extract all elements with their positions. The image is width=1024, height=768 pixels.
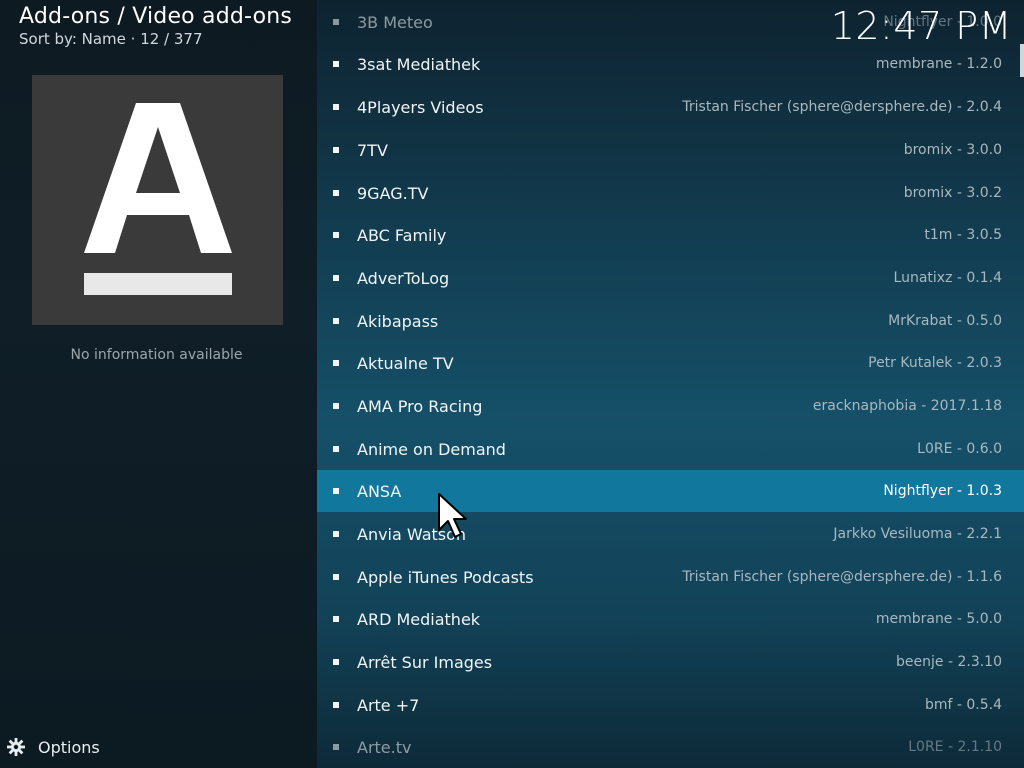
addon-author-version: bmf - 0.5.4	[924, 697, 1002, 713]
addon-thumbnail	[32, 75, 283, 325]
addon-author-version: Petr Kutalek - 2.0.3	[868, 355, 1002, 371]
list-bullet	[333, 744, 339, 750]
addon-author-version: Jarkko Vesiluoma - 2.2.1	[833, 526, 1002, 542]
addon-name: Arte +7	[357, 695, 420, 715]
list-bullet	[333, 531, 339, 537]
list-scrollbar[interactable]	[1020, 44, 1024, 77]
addon-author-version: bromix - 3.0.2	[903, 185, 1002, 201]
addon-name: Aktualne TV	[357, 353, 454, 373]
addon-name: Akibapass	[357, 311, 439, 331]
addon-author-version: L0RE - 2.1.10	[908, 739, 1002, 755]
list-bullet	[333, 190, 339, 196]
list-item[interactable]: Akibapass MrKrabat - 0.5.0	[317, 300, 1024, 342]
addon-list: 12:47 PM 3B Meteo Nightflyer - 1.0.0 3sat …	[317, 0, 1024, 768]
list-item[interactable]: Anvia Watson Jarkko Vesiluoma - 2.2.1	[317, 513, 1024, 555]
addon-name: Anime on Demand	[357, 439, 506, 459]
addon-author-version: Tristan Fischer (sphere@dersphere.de) - …	[682, 99, 1002, 115]
list-bullet	[333, 318, 339, 324]
addon-author-version: Lunatixz - 0.1.4	[893, 270, 1002, 286]
list-item[interactable]: 4Players Videos Tristan Fischer (sphere@d…	[317, 86, 1024, 128]
addon-name: 4Players Videos	[357, 97, 484, 117]
addon-name: ANSA	[357, 481, 402, 501]
list-bullet	[333, 488, 339, 494]
list-item[interactable]: ARD Mediathek membrane - 5.0.0	[317, 598, 1024, 640]
addon-author-version: membrane - 5.0.0	[875, 611, 1002, 627]
options-button[interactable]: Options	[6, 737, 100, 757]
addon-name: Arte.tv	[357, 737, 412, 757]
list-bullet	[333, 61, 339, 67]
mouse-pointer-icon	[438, 493, 467, 538]
list-item[interactable]: Arrêt Sur Images beenje - 2.3.10	[317, 641, 1024, 683]
addon-author-version: eracknaphobia - 2017.1.18	[812, 398, 1002, 414]
list-item[interactable]: ABC Family t1m - 3.0.5	[317, 214, 1024, 256]
addon-name: 9GAG.TV	[357, 183, 429, 203]
list-bullet	[333, 360, 339, 366]
list-item[interactable]: 3sat Mediathek membrane - 1.2.0	[317, 43, 1024, 85]
list-item[interactable]: Aktualne TV Petr Kutalek - 2.0.3	[317, 342, 1024, 384]
list-bullet	[333, 147, 339, 153]
addon-name: Arrêt Sur Images	[357, 652, 493, 672]
addon-author-version: t1m - 3.0.5	[924, 227, 1002, 243]
list-bullet	[333, 403, 339, 409]
list-item[interactable]: 7TV bromix - 3.0.0	[317, 129, 1024, 171]
addon-name: 3sat Mediathek	[357, 54, 481, 74]
list-item[interactable]: AMA Pro Racing eracknaphobia - 2017.1.18	[317, 385, 1024, 427]
addon-author-version: L0RE - 0.6.0	[917, 441, 1002, 457]
list-bullet	[333, 232, 339, 238]
sort-and-count: Sort by: Name · 12 / 377	[19, 30, 203, 48]
addon-author-version: MrKrabat - 0.5.0	[888, 313, 1002, 329]
addon-name: 3B Meteo	[357, 12, 433, 32]
info-panel: Add-ons / Video add-ons Sort by: Name · …	[0, 0, 317, 768]
list-item[interactable]: AdverToLog Lunatixz - 0.1.4	[317, 257, 1024, 299]
kodi-addon-browser: Add-ons / Video add-ons Sort by: Name · …	[0, 0, 1024, 768]
list-bullet	[333, 104, 339, 110]
addon-author-version: Tristan Fischer (sphere@dersphere.de) - …	[682, 569, 1002, 585]
breadcrumb: Add-ons / Video add-ons	[19, 4, 293, 29]
list-bullet	[333, 275, 339, 281]
list-item[interactable]: Apple iTunes Podcasts Tristan Fischer (sp…	[317, 556, 1024, 598]
addon-name: Apple iTunes Podcasts	[357, 567, 534, 587]
list-item[interactable]: ANSA Nightflyer - 1.0.3	[317, 470, 1024, 512]
list-item[interactable]: 9GAG.TV bromix - 3.0.2	[317, 172, 1024, 214]
addon-author-version: Nightflyer - 1.0.3	[883, 483, 1002, 499]
list-bullet	[333, 616, 339, 622]
letter-a-logo-icon	[84, 103, 232, 295]
list-bullet	[333, 19, 339, 25]
options-label: Options	[38, 737, 100, 757]
addon-name: 7TV	[357, 140, 388, 160]
list-item[interactable]: Arte.tv L0RE - 2.1.10	[317, 726, 1024, 768]
list-item[interactable]: Anime on Demand L0RE - 0.6.0	[317, 428, 1024, 470]
addon-name: ABC Family	[357, 225, 447, 245]
addon-author-version: beenje - 2.3.10	[896, 654, 1002, 670]
list-bullet	[333, 659, 339, 665]
list-item[interactable]: Arte +7 bmf - 0.5.4	[317, 684, 1024, 726]
addon-author-version: bromix - 3.0.0	[903, 142, 1002, 158]
addon-name: AMA Pro Racing	[357, 396, 483, 416]
addon-name: AdverToLog	[357, 268, 450, 288]
addon-author-version: membrane - 1.2.0	[875, 56, 1002, 72]
clock: 12:47 PM	[830, 4, 1012, 48]
addon-name: ARD Mediathek	[357, 609, 481, 629]
no-info-text: No information available	[70, 347, 243, 363]
list-bullet	[333, 574, 339, 580]
list-bullet	[333, 446, 339, 452]
gear-icon	[7, 738, 25, 756]
list-bullet	[333, 702, 339, 708]
